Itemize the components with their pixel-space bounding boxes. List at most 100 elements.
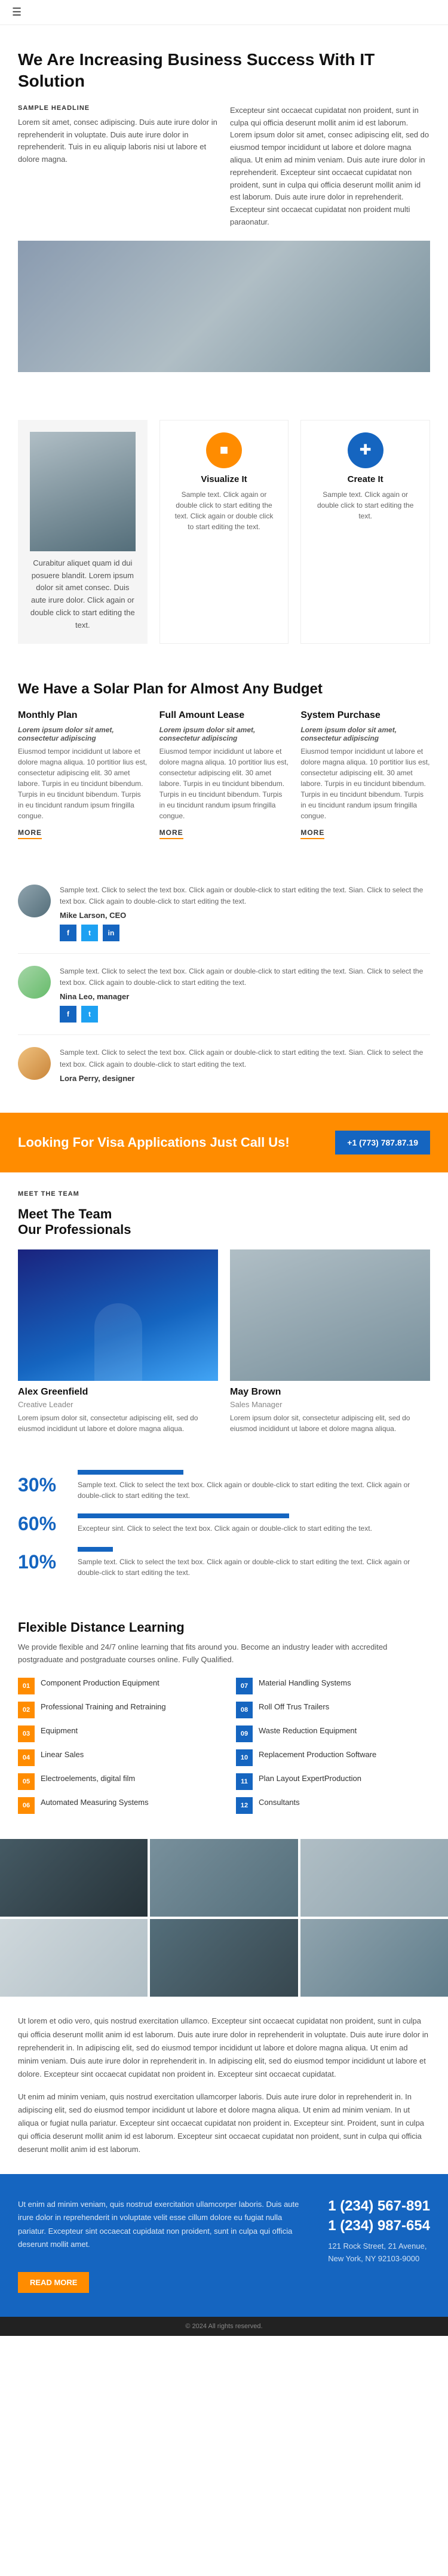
stat-bar-0 <box>78 1470 183 1475</box>
stat-bar-1 <box>78 1513 289 1518</box>
learning-item-08: 08 Roll Off Trus Trailers <box>236 1702 430 1718</box>
contact-phone-2: 1 (234) 987-654 <box>328 2218 430 2234</box>
team-member-title-1: Sales Manager <box>230 1400 430 1409</box>
stat-row-0: 30% Sample text. Click to select the tex… <box>18 1470 430 1501</box>
stat-bar-container-1: Excepteur sint. Click to select the text… <box>78 1513 430 1534</box>
plan-title-2: System Purchase <box>300 710 430 721</box>
learning-item-01: 01 Component Production Equipment <box>18 1678 212 1694</box>
gallery-img-3 <box>0 1919 148 1997</box>
learning-num-03: 03 <box>18 1725 35 1742</box>
cta-banner: Looking For Visa Applications Just Call … <box>0 1113 448 1172</box>
learning-label-10: Replacement Production Software <box>259 1749 376 1760</box>
gallery-img-0 <box>0 1839 148 1917</box>
hero-image <box>18 241 430 372</box>
hero-title: We Are Increasing Business Success With … <box>18 49 430 93</box>
learning-item-06: 06 Automated Measuring Systems <box>18 1797 212 1814</box>
learning-num-05: 05 <box>18 1773 35 1790</box>
testimonial-text-2: Sample text. Click to select the text bo… <box>60 1047 430 1070</box>
learning-num-12: 12 <box>236 1797 253 1814</box>
stat-number-2: 10% <box>18 1551 66 1573</box>
stat-row-2: 10% Sample text. Click to select the tex… <box>18 1547 430 1578</box>
bottom-paragraph-2: Ut enim ad minim veniam, quis nostrud ex… <box>18 2090 430 2156</box>
contact-text-area: Ut enim ad minim veniam, quis nostrud ex… <box>18 2198 310 2292</box>
plan-more-0[interactable]: MORE <box>18 828 42 839</box>
plan-desc-1: Eiusmod tempor incididunt ut labore et d… <box>159 746 289 821</box>
visualize-card: ■ Visualize It Sample text. Click again … <box>159 420 289 644</box>
solar-title: We Have a Solar Plan for Almost Any Budg… <box>18 680 430 698</box>
plan-label-2: Lorem ipsum dolor sit amet, consectetur … <box>300 726 430 742</box>
learning-num-11: 11 <box>236 1773 253 1790</box>
gallery-img-2 <box>300 1839 448 1917</box>
facebook-icon-0[interactable]: f <box>60 925 76 941</box>
learning-num-09: 09 <box>236 1725 253 1742</box>
visualize-desc: Sample text. Click again or double click… <box>172 489 277 532</box>
footer: © 2024 All rights reserved. <box>0 2317 448 2336</box>
team-section-label: MEET THE TEAM <box>18 1190 430 1198</box>
stat-row-1: 60% Excepteur sint. Click to select the … <box>18 1513 430 1535</box>
plan-title-1: Full Amount Lease <box>159 710 289 721</box>
read-more-button[interactable]: READ MORE <box>18 2272 89 2293</box>
contact-address: 121 Rock Street, 21 Avenue,New York, NY … <box>328 2240 430 2265</box>
stat-bar-container-2: Sample text. Click to select the text bo… <box>78 1547 430 1578</box>
testimonial-content-2: Sample text. Click to select the text bo… <box>60 1047 430 1082</box>
testimonial-content-1: Sample text. Click to select the text bo… <box>60 966 430 1023</box>
team-member-desc-0: Lorem ipsum dolor sit, consectetur adipi… <box>18 1413 218 1434</box>
plan-title-0: Monthly Plan <box>18 710 148 721</box>
visualize-icon: ■ <box>206 432 242 468</box>
stat-number-0: 30% <box>18 1474 66 1496</box>
bottom-paragraph-1: Ut lorem et odio vero, quis nostrud exer… <box>18 2015 430 2080</box>
testimonials-section: Sample text. Click to select the text bo… <box>0 855 448 1113</box>
testimonial-0: Sample text. Click to select the text bo… <box>18 873 430 954</box>
twitter-icon-0[interactable]: t <box>81 925 98 941</box>
team-member-1: May Brown Sales Manager Lorem ipsum dolo… <box>230 1249 430 1440</box>
testimonial-author-1: Nina Leo, manager <box>60 992 430 1001</box>
gallery-section <box>0 1839 448 1997</box>
learning-label-06: Automated Measuring Systems <box>41 1797 149 1808</box>
stats-section: 30% Sample text. Click to select the tex… <box>0 1458 448 1602</box>
plan-desc-0: Eiusmod tempor incididunt ut labore et d… <box>18 746 148 821</box>
twitter-icon-1[interactable]: t <box>81 1006 98 1023</box>
solar-plan-purchase: System Purchase Lorem ipsum dolor sit am… <box>300 710 430 837</box>
avatar-1 <box>18 966 51 999</box>
learning-num-10: 10 <box>236 1749 253 1766</box>
hero-left-text: Lorem sit amet, consec adipiscing. Duis … <box>18 116 218 166</box>
learning-item-09: 09 Waste Reduction Equipment <box>236 1725 430 1742</box>
plan-more-2[interactable]: MORE <box>300 828 324 839</box>
stat-text-2: Sample text. Click to select the text bo… <box>78 1556 430 1578</box>
testimonial-text-1: Sample text. Click to select the text bo… <box>60 966 430 988</box>
social-icons-0: f t in <box>60 925 430 941</box>
stat-bar-2 <box>78 1547 113 1552</box>
plan-label-0: Lorem ipsum dolor sit amet, consectetur … <box>18 726 148 742</box>
testimonial-1: Sample text. Click to select the text bo… <box>18 954 430 1035</box>
gallery-img-5 <box>300 1919 448 1997</box>
learning-items-grid: 01 Component Production Equipment 02 Pro… <box>18 1678 430 1821</box>
learning-label-02: Professional Training and Retraining <box>41 1702 166 1712</box>
team-title: Meet The TeamOur Professionals <box>18 1206 430 1238</box>
hamburger-icon[interactable]: ☰ <box>12 6 22 19</box>
plan-desc-2: Eiusmod tempor incididunt ut labore et d… <box>300 746 430 821</box>
plan-more-1[interactable]: MORE <box>159 828 183 839</box>
plan-label-1: Lorem ipsum dolor sit amet, consectetur … <box>159 726 289 742</box>
team-member-desc-1: Lorem ipsum dolor sit, consectetur adipi… <box>230 1413 430 1434</box>
create-desc: Sample text. Click again or double click… <box>313 489 418 521</box>
stat-bar-container-0: Sample text. Click to select the text bo… <box>78 1470 430 1501</box>
testimonial-author-2: Lora Perry, designer <box>60 1074 430 1083</box>
cta-phone-button[interactable]: +1 (773) 787.87.19 <box>335 1131 430 1155</box>
linkedin-icon-0[interactable]: in <box>103 925 119 941</box>
hero-section: We Are Increasing Business Success With … <box>0 25 448 390</box>
learning-label-07: Material Handling Systems <box>259 1678 351 1688</box>
testimonial-author-0: Mike Larson, CEO <box>60 911 430 920</box>
learning-item-10: 10 Replacement Production Software <box>236 1749 430 1766</box>
top-navigation: ☰ <box>0 0 448 25</box>
contact-phone-1: 1 (234) 567-891 <box>328 2198 430 2215</box>
visualize-title: Visualize It <box>172 474 277 484</box>
learning-num-06: 06 <box>18 1797 35 1814</box>
learning-num-04: 04 <box>18 1749 35 1766</box>
learning-item-12: 12 Consultants <box>236 1797 430 1814</box>
facebook-icon-1[interactable]: f <box>60 1006 76 1023</box>
learning-intro: We provide flexible and 24/7 online lear… <box>18 1641 430 1666</box>
hero-right-text: Excepteur sint occaecat cupidatat non pr… <box>230 105 430 229</box>
learning-title: Flexible Distance Learning <box>18 1620 430 1635</box>
social-icons-1: f t <box>60 1006 430 1023</box>
learning-label-03: Equipment <box>41 1725 78 1736</box>
